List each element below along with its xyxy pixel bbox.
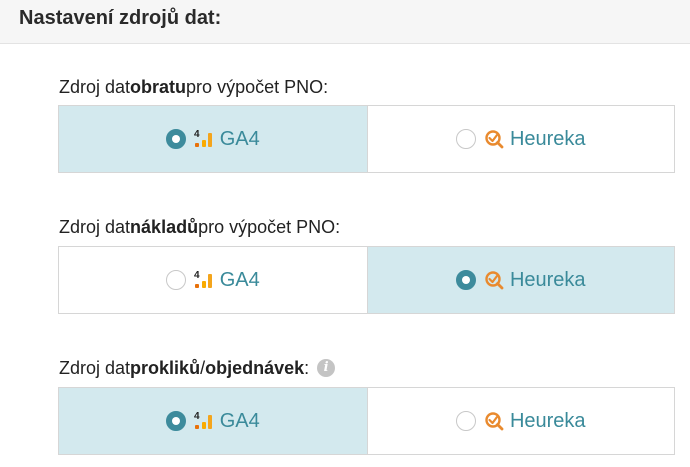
svg-text:4: 4 <box>194 270 200 281</box>
radio-button[interactable] <box>165 129 186 149</box>
section-label-costs: Zdroj dat nákladů pro výpočet PNO: <box>59 217 341 237</box>
option-label: Heureka <box>509 269 586 291</box>
page-title: Nastavení zdrojů dat: <box>19 7 222 29</box>
info-icon[interactable]: i <box>317 359 336 377</box>
option-label: Heureka <box>509 410 586 432</box>
clicks-orders-source-toggle: 4 GA4 Heureka <box>58 387 675 455</box>
clicks-option-heureka[interactable]: Heureka <box>366 388 675 454</box>
revenue-source-toggle: 4 GA4 Heureka <box>58 105 675 173</box>
section-label-clicks-orders: Zdroj dat prokliků / objednávek: i <box>59 357 336 379</box>
svg-text:4: 4 <box>194 129 200 140</box>
section-label-revenue: Zdroj dat obratu pro výpočet PNO: <box>59 77 329 97</box>
option-label: GA4 <box>219 269 260 291</box>
svg-text:4: 4 <box>194 411 200 422</box>
radio-button[interactable] <box>455 411 476 431</box>
heureka-icon <box>485 412 504 431</box>
option-label: Heureka <box>509 128 586 150</box>
radio-button[interactable] <box>455 270 476 290</box>
heureka-icon <box>485 130 504 149</box>
radio-button[interactable] <box>455 129 476 149</box>
clicks-option-ga4[interactable]: 4 GA4 <box>59 388 367 454</box>
ga4-icon: 4 <box>194 270 212 288</box>
radio-button[interactable] <box>165 411 186 431</box>
option-label: GA4 <box>219 128 260 150</box>
costs-option-ga4[interactable]: 4 GA4 <box>59 247 367 313</box>
ga4-icon: 4 <box>194 129 212 147</box>
revenue-option-ga4[interactable]: 4 GA4 <box>59 106 367 172</box>
option-label: GA4 <box>219 410 260 432</box>
radio-button[interactable] <box>165 270 186 290</box>
revenue-option-heureka[interactable]: Heureka <box>366 106 675 172</box>
heureka-icon <box>485 271 504 290</box>
section-header: Nastavení zdrojů dat: <box>0 0 690 44</box>
ga4-icon: 4 <box>194 411 212 429</box>
costs-option-heureka[interactable]: Heureka <box>366 247 674 313</box>
costs-source-toggle: 4 GA4 Heureka <box>58 246 675 314</box>
